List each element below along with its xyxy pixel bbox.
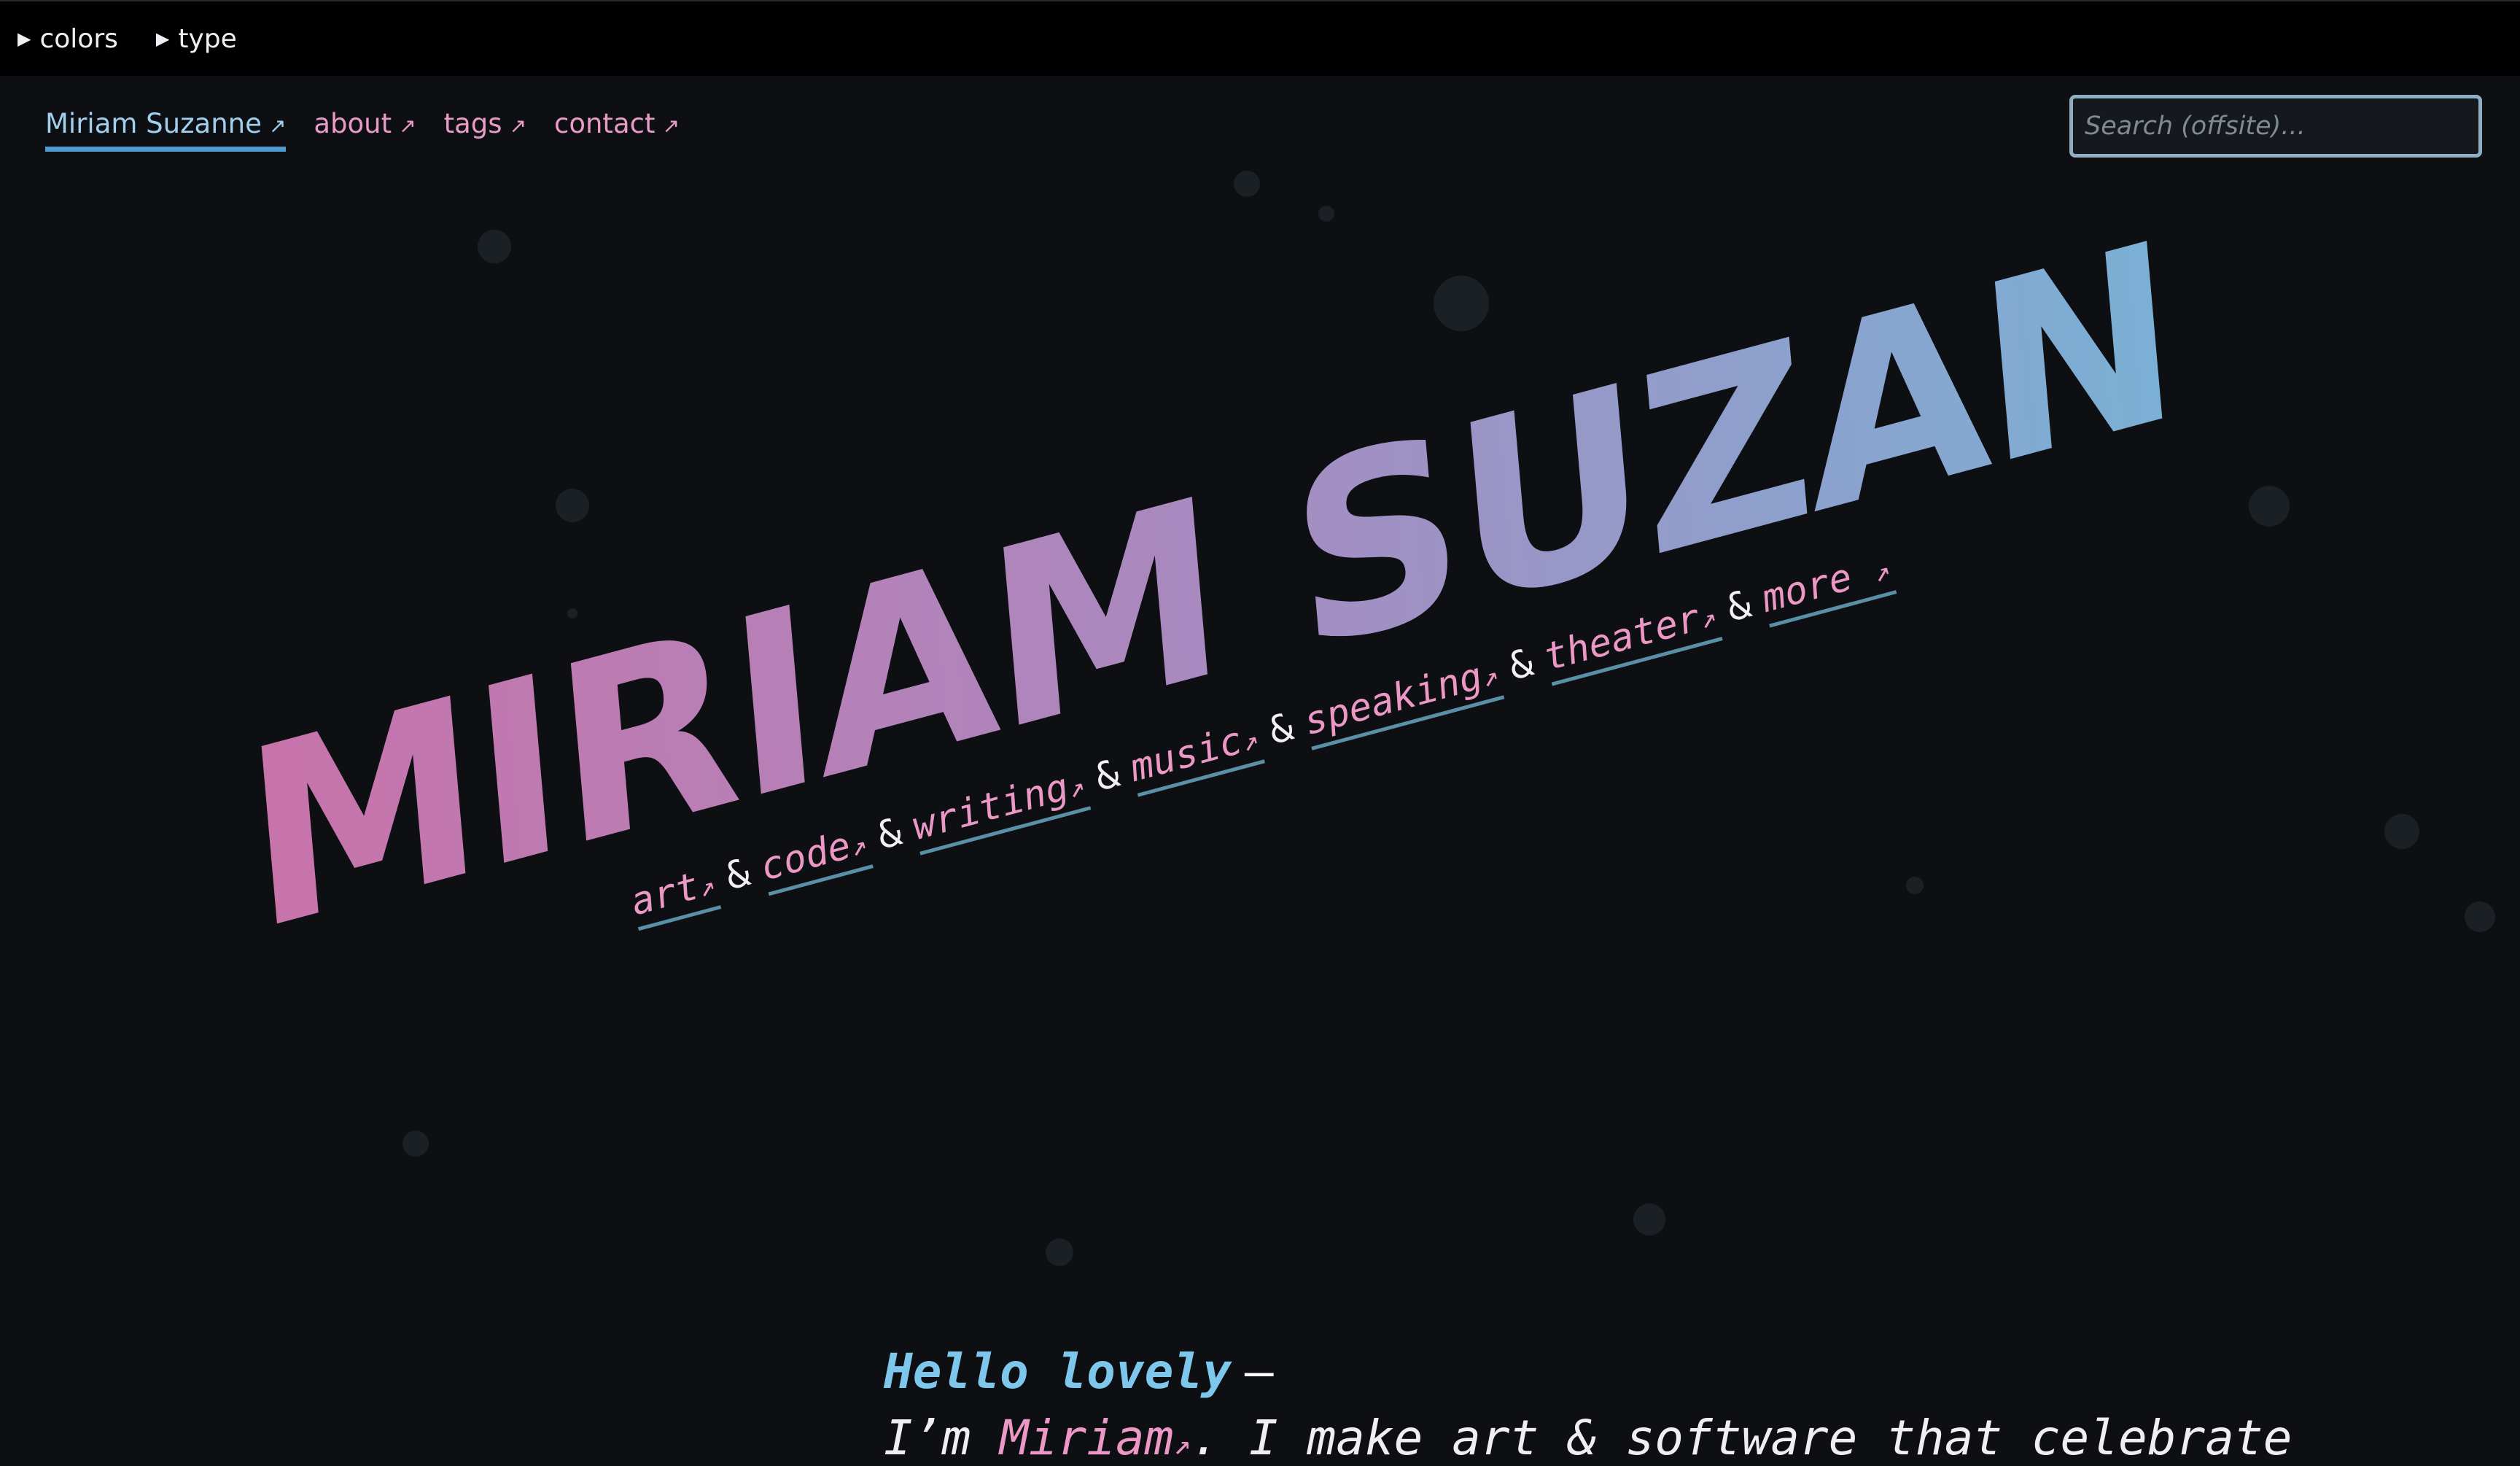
background-dot [2384,814,2419,849]
nav-link-contact[interactable]: contact ↗ [554,108,680,147]
background-dot [1434,276,1489,331]
background-dot [556,489,589,522]
nav-link-tags[interactable]: tags ↗ [444,108,526,147]
triangle-right-icon: ▶ [18,28,31,49]
intro-section: Hello lovely — I’m Miriam↗. I make art & … [884,1343,2292,1466]
greeting-dash: — [1244,1343,1274,1400]
background-dot [1234,171,1260,197]
nav-link-label: Miriam Suzanne [45,108,262,139]
hero-rotated-block: MIRIAM SUZANNE art↗&code↗&writing↗&music… [217,96,2520,1016]
nav-link-label: contact [554,108,656,139]
arrow-up-right-icon: ↗ [662,114,680,138]
greeting: Hello lovely [884,1343,1232,1400]
background-dot [478,230,511,263]
arrow-up-right-icon: ↗ [399,114,416,138]
arrow-up-right-icon: ↗ [1173,1428,1191,1462]
hero-title: MIRIAM SUZANNE [236,95,2520,988]
intro-text: I’m Miriam↗. I make art & software that … [884,1410,2292,1466]
nav-link-label: tags [443,108,502,139]
arrow-up-right-icon: ↗ [1870,553,1894,589]
colors-toggle[interactable]: ▶ colors [18,24,118,54]
arrow-up-right-icon: ↗ [268,114,287,138]
background-dot [1318,206,1334,222]
background-dot [1906,877,1924,894]
name-link[interactable]: Miriam [1000,1410,1173,1466]
nav-link-home[interactable]: Miriam Suzanne ↗ [45,108,287,152]
triangle-right-icon: ▶ [155,28,170,49]
background-dot [2465,901,2495,932]
background-dot [1046,1238,1073,1266]
colors-toggle-label: colors [39,23,118,54]
top-toolbar: ▶ colors ▶ type [0,0,2520,76]
type-toggle[interactable]: ▶ type [156,24,237,54]
nav-link-about[interactable]: about ↗ [314,108,416,147]
nav-link-label: about [314,108,392,139]
intro-rest: . I make art & software that celebrate [1191,1410,2292,1466]
intro-lead: I’m [884,1410,971,1466]
background-dot [2249,486,2290,527]
name-link-label: Miriam [999,1410,1174,1466]
site-nav: Miriam Suzanne ↗ about ↗ tags ↗ contact … [45,108,680,152]
type-toggle-label: type [178,23,237,54]
background-dot [1633,1203,1665,1236]
arrow-up-right-icon: ↗ [509,114,526,138]
background-dot [402,1130,429,1157]
intro-heading: Hello lovely — [884,1343,2196,1400]
